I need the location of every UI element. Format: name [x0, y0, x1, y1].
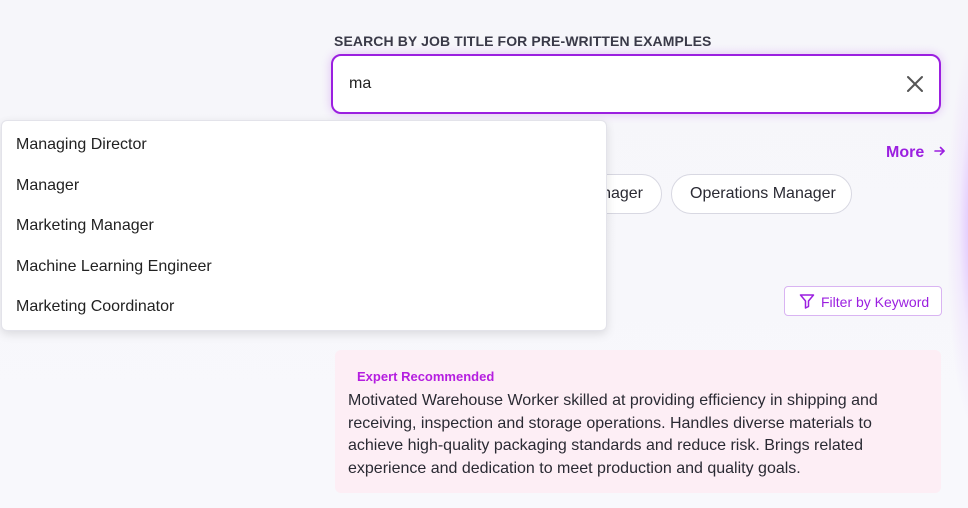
- suggestion-item[interactable]: Marketing Manager: [16, 217, 154, 235]
- suggestion-item[interactable]: Managing Director: [16, 136, 147, 154]
- suggestion-item[interactable]: Marketing Coordinator: [16, 298, 174, 316]
- example-text: Motivated Warehouse Worker skilled at pr…: [348, 392, 878, 477]
- more-link[interactable]: More: [886, 144, 946, 162]
- search-label: SEARCH BY JOB TITLE FOR PRE-WRITTEN EXAM…: [334, 33, 712, 49]
- example-card[interactable]: Expert Recommended Motivated Warehouse W…: [335, 350, 941, 493]
- related-title-chip[interactable]: Operations Manager: [671, 174, 852, 214]
- page: SEARCH BY JOB TITLE FOR PRE-WRITTEN EXAM…: [0, 0, 968, 508]
- filter-by-keyword-button[interactable]: Filter by Keyword: [784, 286, 942, 316]
- filter-label: Filter by Keyword: [821, 294, 930, 310]
- search-input[interactable]: [349, 70, 869, 98]
- close-icon[interactable]: [905, 74, 925, 94]
- suggestion-item[interactable]: Manager: [16, 177, 79, 195]
- suggestions-dropdown: Managing Director Manager Marketing Mana…: [1, 120, 607, 331]
- search-box[interactable]: [331, 54, 941, 114]
- suggestion-item[interactable]: Machine Learning Engineer: [16, 258, 212, 276]
- arrow-right-icon: [933, 144, 946, 162]
- filter-icon: [799, 293, 815, 309]
- decorative-glow: [948, 40, 968, 420]
- more-label: More: [886, 144, 925, 162]
- expert-recommended-badge: Expert Recommended: [357, 369, 495, 384]
